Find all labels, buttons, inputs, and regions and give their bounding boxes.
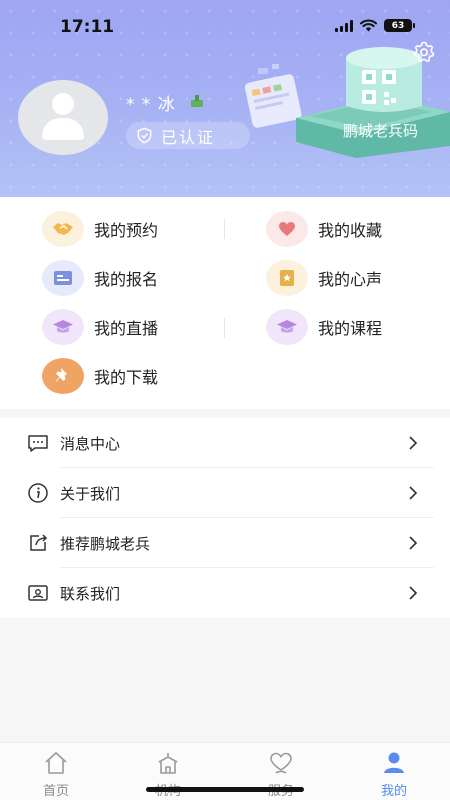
chevron-right-icon xyxy=(409,436,418,450)
service-heart-icon xyxy=(270,752,292,774)
grid-item-appointments[interactable]: 我的预约 xyxy=(42,209,158,249)
avatar[interactable] xyxy=(18,80,108,155)
list-label: 推荐鹏城老兵 xyxy=(60,534,151,553)
heart-icon xyxy=(266,211,308,247)
home-icon xyxy=(45,752,67,774)
grid-item-signups[interactable]: 我的报名 xyxy=(42,258,158,298)
tab-label: 首页 xyxy=(42,784,69,799)
shield-icon xyxy=(137,127,152,144)
list-label: 消息中心 xyxy=(60,434,121,453)
grid-item-downloads[interactable]: 我的下载 xyxy=(42,356,158,396)
grid-label: 我的报名 xyxy=(94,270,159,289)
voice-note-icon xyxy=(266,260,308,296)
grid-label: 我的收藏 xyxy=(318,221,383,240)
chevron-right-icon xyxy=(409,486,418,500)
menu-grid: 我的预约 我的收藏 我的报名 我的心声 我的直播 我的课程 我的下载 xyxy=(0,197,450,409)
message-icon xyxy=(28,435,48,452)
level-badge-icon xyxy=(191,95,203,107)
verified-label: 已认证 xyxy=(161,127,216,147)
info-icon xyxy=(28,483,48,503)
live-cap-icon xyxy=(42,309,84,345)
battery-icon: 63 xyxy=(384,19,415,32)
course-cap-icon xyxy=(266,309,308,345)
gear-icon[interactable] xyxy=(412,40,436,64)
share-icon xyxy=(30,534,48,551)
user-icon xyxy=(384,752,404,773)
wifi-icon xyxy=(360,19,377,32)
institution-icon xyxy=(158,753,178,774)
grid-item-voices[interactable]: 我的心声 xyxy=(266,258,382,298)
status-time: 17:11 xyxy=(60,17,115,37)
signal-icon xyxy=(335,19,353,32)
username: * * 冰 xyxy=(126,95,176,115)
grid-label: 我的预约 xyxy=(94,221,159,240)
chevron-right-icon xyxy=(409,586,418,600)
list-label: 联系我们 xyxy=(60,584,121,603)
list-item-messages[interactable]: 消息中心 xyxy=(0,418,450,468)
home-indicator xyxy=(146,787,304,792)
grid-label: 我的直播 xyxy=(94,319,159,338)
settings-list: 消息中心 关于我们 推荐鹏城老兵 联系我们 xyxy=(0,418,450,618)
grid-item-live[interactable]: 我的直播 xyxy=(42,307,158,347)
grid-label: 我的课程 xyxy=(318,319,383,338)
tab-label: 我的 xyxy=(380,784,407,799)
list-item-recommend[interactable]: 推荐鹏城老兵 xyxy=(0,518,450,568)
profile-header: 17:11 63 * * 冰 已认证 鹏城老兵码 xyxy=(0,0,450,197)
tab-home[interactable]: 首页 xyxy=(26,749,86,799)
grid-item-courses[interactable]: 我的课程 xyxy=(266,307,382,347)
pin-icon xyxy=(42,358,84,394)
chevron-right-icon xyxy=(409,536,418,550)
grid-label: 我的心声 xyxy=(318,270,383,289)
handshake-icon xyxy=(42,211,84,247)
tab-mine[interactable]: 我的 xyxy=(364,749,424,799)
grid-item-favorites[interactable]: 我的收藏 xyxy=(266,209,382,249)
list-item-about[interactable]: 关于我们 xyxy=(0,468,450,518)
contact-card-icon xyxy=(28,585,48,601)
qr-code-label[interactable]: 鹏城老兵码 xyxy=(343,121,423,142)
list-label: 关于我们 xyxy=(60,484,121,503)
list-item-contact[interactable]: 联系我们 xyxy=(0,568,450,618)
grid-label: 我的下载 xyxy=(94,368,159,387)
signup-card-icon xyxy=(42,260,84,296)
